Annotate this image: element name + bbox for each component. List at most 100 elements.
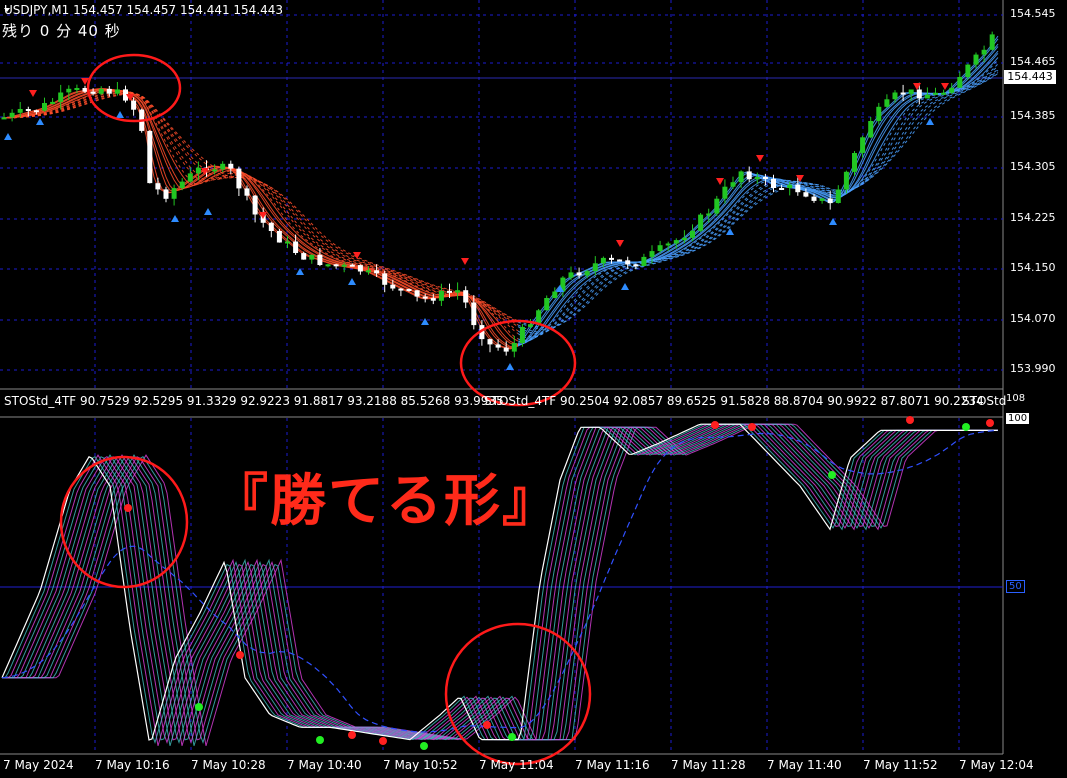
candle-body <box>989 34 995 50</box>
candle-body <box>641 256 647 266</box>
price-label: 154.150 <box>1010 261 1056 274</box>
ma-ribbon-line <box>1 89 519 346</box>
candle-body <box>706 213 712 216</box>
time-label: 7 May 12:04 <box>959 758 1034 772</box>
candle-body <box>787 184 793 188</box>
sell-dot <box>906 416 914 424</box>
candle-body <box>220 163 226 170</box>
sell-arrow-icon <box>29 90 37 97</box>
candle-body <box>187 173 193 182</box>
candle-body <box>33 110 39 113</box>
sell-dot <box>986 419 994 427</box>
candle-body <box>25 109 31 111</box>
candle-body <box>779 188 785 190</box>
sell-arrow-icon <box>941 83 949 90</box>
candle-body <box>98 88 104 94</box>
buy-dot <box>420 742 428 750</box>
candle-body <box>665 243 671 246</box>
current-price-label: 154.443 <box>1004 70 1056 84</box>
buy-arrow-icon <box>116 111 124 118</box>
buy-arrow-icon <box>36 118 44 125</box>
candle-body <box>698 214 704 231</box>
candle-body <box>681 237 687 241</box>
candle-body <box>649 251 655 257</box>
candle-body <box>82 88 88 92</box>
indicator-level-100: 100 <box>1006 413 1030 424</box>
sell-arrow-icon <box>796 175 804 182</box>
ma-ribbon-line <box>517 46 999 347</box>
candle-body <box>301 253 307 260</box>
buy-dot <box>828 471 836 479</box>
ma-ribbon-line <box>517 38 999 346</box>
sell-arrow-icon <box>616 240 624 247</box>
candle-body <box>584 271 590 276</box>
chart-canvas <box>0 0 1004 766</box>
candle-body <box>406 289 412 291</box>
candle-body <box>860 137 866 153</box>
sell-arrow-icon <box>756 155 764 162</box>
sell-dot <box>483 721 491 729</box>
buy-dot <box>195 703 203 711</box>
candle-body <box>738 171 744 183</box>
candle-body <box>90 91 96 94</box>
sell-dot <box>124 504 132 512</box>
candle-body <box>981 49 987 55</box>
candle-body <box>771 178 776 188</box>
candle-body <box>268 222 274 231</box>
candle-body <box>438 290 444 301</box>
buy-dot <box>316 736 324 744</box>
candle-body <box>900 92 906 95</box>
candle-body <box>924 94 930 99</box>
candle-body <box>552 291 558 298</box>
candle-body <box>746 171 752 180</box>
candle-body <box>519 326 525 343</box>
candle-body <box>503 347 509 352</box>
time-label: 7 May 10:28 <box>191 758 266 772</box>
candle-body <box>690 230 695 238</box>
indicator-header-2: STOStd_4TF 90.2504 92.0857 89.6525 91.58… <box>484 394 984 408</box>
highlight-circle <box>444 622 592 766</box>
ma-ribbon-line <box>517 43 999 347</box>
buy-arrow-icon <box>348 278 356 285</box>
ma-ribbon-line <box>1 92 519 326</box>
candle-body <box>228 163 234 169</box>
ma-ribbon-line <box>517 72 999 330</box>
sell-dot <box>379 737 387 745</box>
candle-body <box>131 100 137 110</box>
candle-body <box>349 264 355 267</box>
candle-body <box>471 302 477 326</box>
candle-body <box>333 264 339 267</box>
candle-body <box>633 264 639 267</box>
candle-body <box>414 290 420 297</box>
candle-body <box>293 241 299 253</box>
ma-ribbon-line <box>1 93 519 323</box>
ma-ribbon-line <box>2 93 519 322</box>
candle-body <box>528 324 533 327</box>
candle-body <box>276 231 282 243</box>
candle-body <box>835 189 841 203</box>
time-label: 7 May 11:52 <box>863 758 938 772</box>
sell-dot <box>711 421 719 429</box>
candle-body <box>382 273 388 285</box>
time-label: 7 May 11:16 <box>575 758 650 772</box>
candle-body <box>285 241 290 244</box>
indicator-level-50: 50 <box>1006 580 1025 593</box>
ma-ribbon-line <box>1 89 519 345</box>
candle-body <box>487 339 493 345</box>
candle-body <box>568 272 574 278</box>
candle-body <box>309 254 315 260</box>
candle-body <box>762 177 768 179</box>
price-label: 154.070 <box>1010 312 1056 325</box>
candle-body <box>495 344 501 348</box>
candle-body <box>163 189 169 199</box>
sell-dot <box>348 731 356 739</box>
ma-ribbon-line <box>517 68 999 335</box>
candle-body <box>447 290 452 293</box>
time-label: 7 May 10:52 <box>383 758 458 772</box>
candle-body <box>916 89 922 99</box>
candle-body <box>876 106 882 121</box>
candle-body <box>66 88 72 93</box>
buy-arrow-icon <box>506 363 514 370</box>
candle-body <box>430 298 436 301</box>
candle-body <box>803 192 809 197</box>
